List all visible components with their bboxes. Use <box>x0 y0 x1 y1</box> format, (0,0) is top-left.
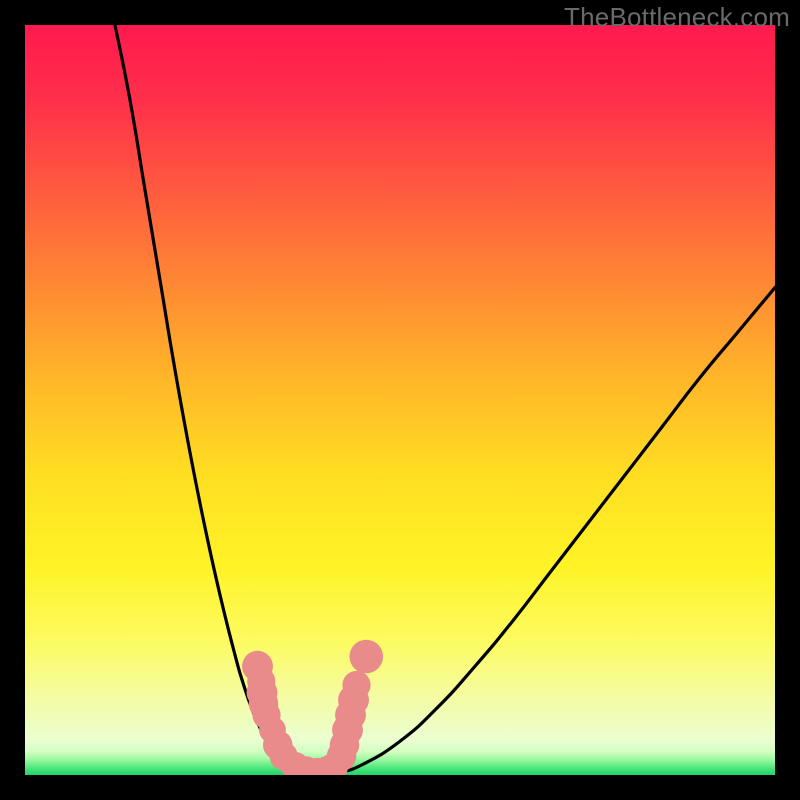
chart-frame: TheBottleneck.com <box>0 0 800 800</box>
curve-marker <box>349 640 383 674</box>
watermark-text: TheBottleneck.com <box>564 2 790 33</box>
curve-marker <box>342 671 370 699</box>
bottleneck-curve <box>25 25 775 775</box>
plot-area <box>25 25 775 775</box>
